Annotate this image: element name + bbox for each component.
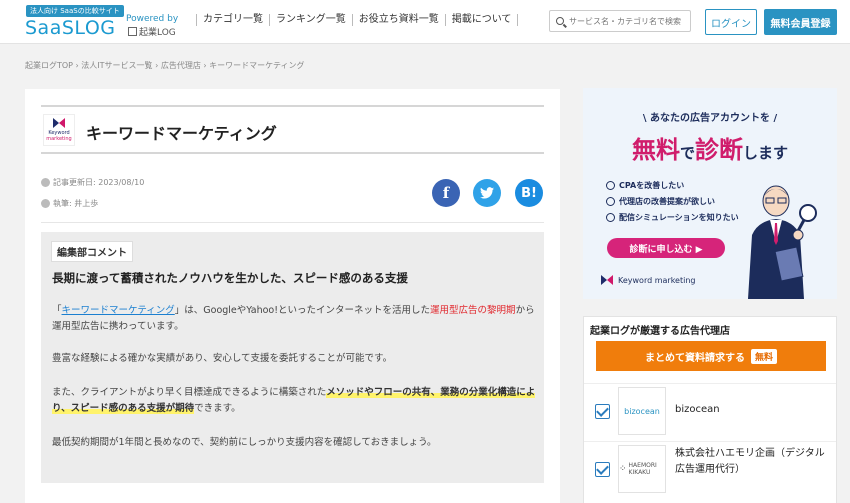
p1-emphasis: 運用型広告の黎明期 xyxy=(430,305,516,316)
recommended-agencies-panel: 起業ログが厳選する広告代理店 まとめて資料請求する 無料 bizocean bi… xyxy=(583,316,837,503)
ad-brand-logo: Keyword marketing xyxy=(601,275,695,285)
article-meta: 記事更新日: 2023/08/10 執筆: 井上歩 xyxy=(41,177,144,219)
breadcrumb[interactable]: 起業ログTOP › 法人ITサービス一覧 › 広告代理店 › キーワードマーケテ… xyxy=(25,60,304,71)
check-circle-icon xyxy=(606,213,615,222)
comment-paragraph-1: 「キーワードマーケティング」は、GoogleやYahoo!といったインターネット… xyxy=(52,303,536,335)
p1-open-quote: 「 xyxy=(52,305,62,316)
check-circle-icon xyxy=(606,197,615,206)
page-title: キーワードマーケティング xyxy=(86,124,277,143)
ad-headline-diagnosis: 診断 xyxy=(695,136,743,164)
logo-tagline: 法人向け SaaSの比較サイト xyxy=(26,5,124,17)
signup-button[interactable]: 無料会員登録 xyxy=(764,9,837,35)
powered-by-label: Powered by xyxy=(126,14,179,24)
agencies-title: 起業ログが厳選する広告代理店 xyxy=(590,326,730,337)
kigyo-log-logo[interactable]: 起業LOG xyxy=(128,25,176,38)
ad-benefits-list: CPAを改善したい 代理店の改善提案が欲しい 配信シミュレーションを知りたい xyxy=(606,180,739,228)
businessman-illustration xyxy=(748,185,817,299)
author: 執筆: 井上歩 xyxy=(53,199,99,208)
company-logo-line2: marketing xyxy=(46,136,72,142)
nav-ranking-list[interactable]: ランキング一覧 xyxy=(269,14,352,26)
ad-benefit-text: 配信シミュレーションを知りたい xyxy=(619,213,739,222)
divider xyxy=(41,222,544,223)
comment-paragraph-2: 豊富な経験による確かな実績があり、安心して支援を委託することが可能です。 xyxy=(52,353,393,364)
main-nav: カテゴリ一覧 ランキング一覧 お役立ち資料一覧 掲載について xyxy=(196,14,519,26)
pen-icon xyxy=(41,199,50,208)
hatena-bookmark-button[interactable]: B! xyxy=(515,179,543,207)
ad-benefit-text: 代理店の改善提案が欲しい xyxy=(619,197,715,206)
cube-icon xyxy=(128,27,137,36)
dots-logo-icon: ⁘ xyxy=(619,464,627,474)
company-logo: Keyword marketing xyxy=(43,114,75,146)
ad-headline-shimasu: します xyxy=(743,144,789,162)
p3-end: できます。 xyxy=(194,403,241,414)
editor-comment-label: 編集部コメント xyxy=(51,241,133,262)
ad-brand-name: Keyword marketing xyxy=(618,275,696,285)
ad-headline-free: 無料 xyxy=(631,136,680,164)
updated-date: 記事更新日: 2023/08/10 xyxy=(53,178,145,187)
site-header: 法人向け SaaSの比較サイト SaaSLOG Powered by 起業LOG… xyxy=(0,0,850,44)
nav-resources-list[interactable]: お役立ち資料一覧 xyxy=(351,14,445,26)
twitter-bird-icon xyxy=(480,187,494,199)
twitter-share-button[interactable] xyxy=(473,179,501,207)
company-link[interactable]: キーワードマーケティング xyxy=(62,305,175,316)
ad-headline-de: で xyxy=(679,144,695,162)
ad-subheading: \ あなたの広告アカウントを / xyxy=(642,113,778,124)
list-item: ⁘ HAEMORI KIKAKU 株式会社ハエモリ企画（デジタル広告運用代行） xyxy=(584,441,836,495)
title-box: Keyword marketing キーワードマーケティング xyxy=(41,105,544,154)
p1-middle: 」は、GoogleやYahoo!といったインターネットを活用した xyxy=(174,305,431,316)
p3-start: また、クライアントがより早く目標達成できるように構築された xyxy=(52,387,327,398)
keyword-marketing-logo-icon xyxy=(601,275,613,285)
agency-thumbnail[interactable]: bizocean xyxy=(618,387,666,435)
diagnosis-ad-banner[interactable]: \ あなたの広告アカウントを / 無料で診断します CPAを改善したい 代理店の… xyxy=(583,88,837,299)
nav-listing-info[interactable]: 掲載について xyxy=(444,14,519,26)
ad-benefit-item: 代理店の改善提案が欲しい xyxy=(606,196,739,207)
search-input[interactable] xyxy=(569,16,689,26)
agency-thumbnail[interactable]: ⁘ HAEMORI KIKAKU xyxy=(618,445,666,493)
login-button[interactable]: ログイン xyxy=(705,9,757,35)
bulk-request-label: まとめて資料請求する xyxy=(644,352,745,364)
search-box[interactable] xyxy=(549,10,691,32)
free-badge: 無料 xyxy=(750,348,777,364)
diagnosis-apply-button[interactable]: 診断に申し込む ▶ xyxy=(607,238,725,258)
agency-name[interactable]: bizocean xyxy=(675,402,830,418)
check-circle-icon xyxy=(606,181,615,190)
kigyo-log-label: 起業LOG xyxy=(139,28,176,38)
nav-category-list[interactable]: カテゴリ一覧 xyxy=(196,14,269,26)
facebook-share-button[interactable]: f xyxy=(432,179,460,207)
agency-name[interactable]: 株式会社ハエモリ企画（デジタル広告運用代行） xyxy=(675,446,830,478)
agency-checkbox[interactable] xyxy=(595,404,610,419)
site-logo[interactable]: SaaSLOG xyxy=(25,17,116,39)
comment-paragraph-3: また、クライアントがより早く目標達成できるように構築されたメソッドやフローの共有… xyxy=(52,385,536,417)
ad-benefit-text: CPAを改善したい xyxy=(619,181,685,190)
clock-icon xyxy=(41,178,50,187)
agency-checkbox[interactable] xyxy=(595,462,610,477)
editor-comment-heading: 長期に渡って蓄積されたノウハウを生かした、スピード感のある支援 xyxy=(52,271,408,285)
search-icon xyxy=(556,17,564,25)
agency-thumbnail-label: HAEMORI KIKAKU xyxy=(628,462,657,476)
main-content: Keyword marketing キーワードマーケティング 記事更新日: 20… xyxy=(25,89,560,503)
keyword-marketing-logo-icon xyxy=(53,118,65,128)
ad-benefit-item: 配信シミュレーションを知りたい xyxy=(606,212,739,223)
ad-benefit-item: CPAを改善したい xyxy=(606,180,739,191)
comment-paragraph-4: 最低契約期間が1年間と長めなので、契約前にしっかり支援内容を確認しておきましょう… xyxy=(52,437,437,448)
bulk-request-button[interactable]: まとめて資料請求する 無料 xyxy=(596,341,826,371)
ad-headline: 無料で診断します xyxy=(583,130,837,165)
editor-comment-box: 編集部コメント 長期に渡って蓄積されたノウハウを生かした、スピード感のある支援 … xyxy=(41,232,544,483)
list-item: bizocean bizocean xyxy=(584,383,836,437)
